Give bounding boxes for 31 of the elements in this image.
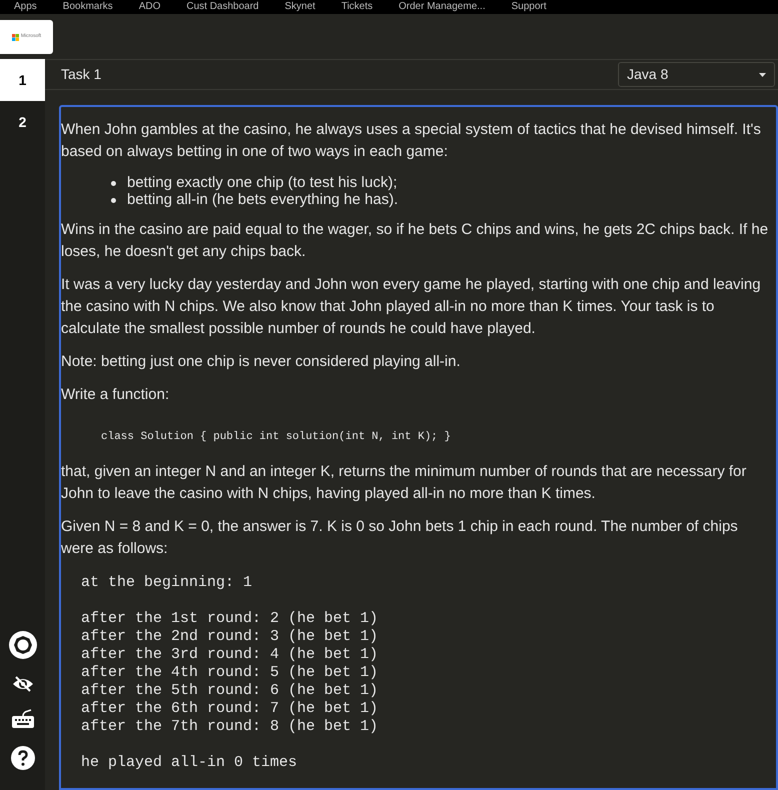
paragraph: Write a function: <box>61 385 170 405</box>
settings-icon[interactable] <box>8 631 36 659</box>
bullet-icon <box>111 181 116 186</box>
logo-icon <box>12 34 19 40</box>
example-output: at the beginning: 1 after the 1st round: 2 (he bet 1) after the 2nd round: 3 (he bet 1) after the 3rd round: 4 (he bet 1) after the 4th round: 5 (he bet 1) after the 5th round: 6 (he bet 1) after the 6th round: 7 (he bet 1) after the 7th round: 8 (he bet 1) he played all-in 0 times <box>80 574 380 772</box>
paragraph: Note: betting just one chip is never considered playing all-in. <box>61 352 462 372</box>
bookmark-link[interactable]: Apps <box>14 1 37 13</box>
bookmark-link[interactable]: Order Manageme... <box>398 1 486 13</box>
list-item: betting exactly one chip (to test his luck); <box>127 174 398 191</box>
paragraph: Given N = 8 and K = 0, the answer is 7. K is 0 so John bets 1 chip in each round. The number of chips were as follows: <box>61 516 739 558</box>
bullet-icon <box>111 198 116 203</box>
caret-icon <box>759 72 766 76</box>
paragraph: It was a very lucky day yesterday and John won every game he played, starting with one chip and leaving the casino with N chips. We also know that John played all-in no more than K times. Your task is to calculate the smallest possible number of rounds he could have played. <box>61 275 762 339</box>
bookmark-link[interactable]: Tickets <box>341 1 373 13</box>
help-icon[interactable] <box>10 746 34 770</box>
task-title: Task 1 <box>61 65 102 84</box>
code-snippet: class Solution { public int solution(int N, int K); } <box>101 431 451 443</box>
paragraph: that, given an integer N and an integer K, returns the minimum number of rounds that are necessary for John to leave the casino with N chips, having played all-in no more than K times. <box>61 462 748 504</box>
bookmark-link[interactable]: Bookmarks <box>62 1 113 13</box>
bookmark-link[interactable]: Skynet <box>284 1 316 13</box>
paragraph: When John gambles at the casino, he always uses a special system of tactics that he devised himself. It's based on always betting in one of two ways in each game: <box>61 120 762 162</box>
paragraph: Wins in the casino are paid equal to the wager, so if he bets C chips and wins, he gets 2C chips back. If he loses, he doesn't get any chips back. <box>61 220 770 262</box>
keyboard-icon[interactable] <box>10 709 34 729</box>
language-select[interactable]: Java 8 <box>618 62 775 87</box>
task-tab[interactable]: 1 <box>0 59 45 101</box>
task-tab[interactable]: 2 <box>0 101 45 143</box>
bookmark-link[interactable]: Support <box>511 1 546 13</box>
list-item: betting all-in (he bets everything he has). <box>127 191 398 208</box>
bookmark-link[interactable]: Cust Dashboard <box>186 1 259 13</box>
eye-slash-icon[interactable] <box>12 676 34 692</box>
bookmark-link[interactable]: ADO <box>138 1 160 13</box>
